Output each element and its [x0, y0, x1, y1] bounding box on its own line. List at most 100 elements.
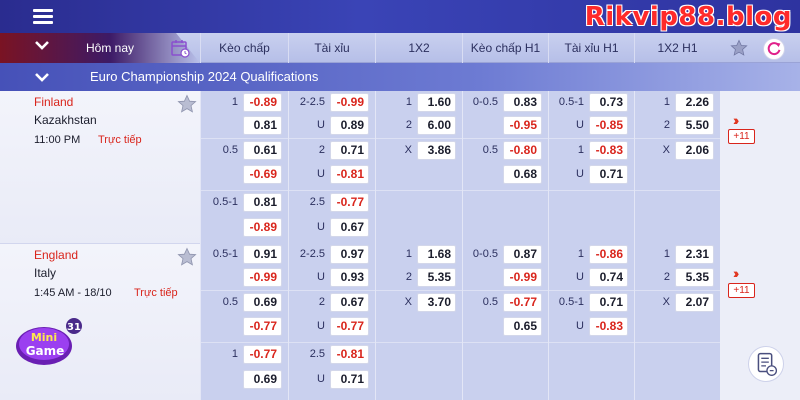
col-header-over-under[interactable]: Tài xỉu: [288, 33, 375, 63]
x12-outcome-label: 1: [663, 248, 670, 260]
odds-value[interactable]: 6.00: [417, 116, 456, 135]
live-link[interactable]: Trực tiếp: [98, 134, 142, 146]
x12-outcome-label: X: [404, 144, 412, 156]
odds-value[interactable]: -0.99: [503, 268, 542, 287]
match-time: 1:45 AM - 18/10: [34, 287, 112, 299]
odds-value[interactable]: 2.26: [675, 93, 714, 112]
odds-value[interactable]: 0.91: [243, 245, 282, 264]
odds-value[interactable]: 0.81: [243, 116, 282, 135]
col-header-1x2-h1[interactable]: 1X2 H1: [634, 33, 720, 63]
odds-value[interactable]: 3.86: [417, 141, 456, 160]
handicap-line: 2.5: [309, 196, 325, 208]
handicap-line: 0.5: [482, 296, 498, 308]
double-chevron-right-icon[interactable]: ››: [733, 113, 749, 127]
chevron-down-icon[interactable]: [34, 69, 50, 85]
double-chevron-right-icon[interactable]: ››: [733, 266, 749, 280]
star-icon[interactable]: [730, 39, 748, 57]
away-team[interactable]: Italy: [34, 266, 56, 280]
odds-value[interactable]: 0.97: [330, 245, 369, 264]
odds-value[interactable]: -0.95: [503, 116, 542, 135]
odds-value[interactable]: 5.35: [675, 268, 714, 287]
calendar-icon[interactable]: [170, 38, 190, 58]
odds-value[interactable]: -0.86: [589, 245, 628, 264]
live-link[interactable]: Trực tiếp: [134, 287, 178, 299]
league-row[interactable]: Euro Championship 2024 Qualifications: [0, 63, 800, 91]
col-header-over-under-h1[interactable]: Tài xỉu H1: [548, 33, 634, 63]
odds-value[interactable]: -0.81: [330, 345, 369, 364]
odds-value[interactable]: 0.65: [503, 317, 542, 336]
col-header-handicap[interactable]: Kèo chấp: [200, 33, 288, 63]
odds-value[interactable]: -0.77: [330, 317, 369, 336]
odds-value[interactable]: -0.69: [243, 165, 282, 184]
odds-value[interactable]: 0.74: [589, 268, 628, 287]
odds-column: [375, 243, 462, 400]
favorite-star-icon[interactable]: [177, 247, 197, 267]
handicap-line: 0.5-1: [212, 248, 238, 260]
under-label: U: [576, 119, 584, 131]
odds-value[interactable]: 0.67: [330, 218, 369, 237]
odds-value[interactable]: -0.77: [243, 345, 282, 364]
bet-slip-icon[interactable]: [748, 346, 784, 382]
favorite-star-icon[interactable]: [177, 94, 197, 114]
col-header-1x2[interactable]: 1X2: [375, 33, 462, 63]
odds-value[interactable]: 2.07: [675, 293, 714, 312]
odds-value[interactable]: 0.89: [330, 116, 369, 135]
chevron-down-icon[interactable]: [34, 37, 50, 53]
date-filter-label[interactable]: Hôm nay: [86, 41, 134, 55]
odds-value[interactable]: 0.69: [243, 293, 282, 312]
odds-value[interactable]: -0.83: [589, 141, 628, 160]
handicap-line: 0-0.5: [472, 248, 498, 260]
handicap-line: 0.5-1: [558, 296, 584, 308]
odds-value[interactable]: -0.83: [589, 317, 628, 336]
more-markets-button[interactable]: +11: [728, 283, 755, 298]
odds-value[interactable]: -0.89: [243, 93, 282, 112]
odds-value[interactable]: 0.73: [589, 93, 628, 112]
odds-value[interactable]: -0.77: [243, 317, 282, 336]
odds-value[interactable]: 0.68: [503, 165, 542, 184]
odds-value[interactable]: 5.35: [417, 268, 456, 287]
x12-outcome-label: X: [404, 296, 412, 308]
odds-value[interactable]: 0.67: [330, 293, 369, 312]
more-markets-area: [720, 91, 800, 243]
odds-value[interactable]: 0.71: [330, 370, 369, 389]
odds-value[interactable]: 0.81: [243, 193, 282, 212]
handicap-line: 0-0.5: [472, 96, 498, 108]
odds-value[interactable]: 1.60: [417, 93, 456, 112]
odds-value[interactable]: 0.87: [503, 245, 542, 264]
away-team[interactable]: Kazakhstan: [34, 113, 97, 127]
under-label: U: [317, 373, 325, 385]
odds-value[interactable]: -0.89: [243, 218, 282, 237]
odds-value[interactable]: -0.99: [330, 93, 369, 112]
home-team[interactable]: England: [34, 248, 78, 262]
odds-value[interactable]: -0.77: [503, 293, 542, 312]
handicap-line: 2.5: [309, 348, 325, 360]
mini-game-button[interactable]: Mini Game 31: [14, 318, 86, 368]
odds-value[interactable]: -0.80: [503, 141, 542, 160]
odds-value[interactable]: 0.71: [589, 293, 628, 312]
odds-value[interactable]: 5.50: [675, 116, 714, 135]
under-label: U: [317, 320, 325, 332]
odds-value[interactable]: 0.93: [330, 268, 369, 287]
odds-value[interactable]: 3.70: [417, 293, 456, 312]
odds-value[interactable]: 0.83: [503, 93, 542, 112]
odds-value[interactable]: 2.31: [675, 245, 714, 264]
odds-value[interactable]: 0.71: [330, 141, 369, 160]
odds-value[interactable]: -0.77: [330, 193, 369, 212]
under-label: U: [576, 168, 584, 180]
odds-value[interactable]: 2.06: [675, 141, 714, 160]
more-markets-button[interactable]: +11: [728, 129, 755, 144]
refresh-icon[interactable]: [763, 38, 785, 60]
home-team[interactable]: Finland: [34, 95, 73, 109]
odds-value[interactable]: 0.61: [243, 141, 282, 160]
match-row: England Italy 1:45 AM - 18/10 Trực tiếp 0.5-…: [0, 243, 800, 400]
odds-value[interactable]: 0.71: [589, 165, 628, 184]
col-header-handicap-h1[interactable]: Kèo chấp H1: [462, 33, 548, 63]
handicap-line: 2: [318, 296, 325, 308]
menu-icon[interactable]: [33, 9, 53, 25]
handicap-line: 2-2.5: [299, 96, 325, 108]
odds-value[interactable]: -0.81: [330, 165, 369, 184]
odds-value[interactable]: 0.69: [243, 370, 282, 389]
odds-value[interactable]: 1.68: [417, 245, 456, 264]
odds-value[interactable]: -0.99: [243, 268, 282, 287]
odds-value[interactable]: -0.85: [589, 116, 628, 135]
